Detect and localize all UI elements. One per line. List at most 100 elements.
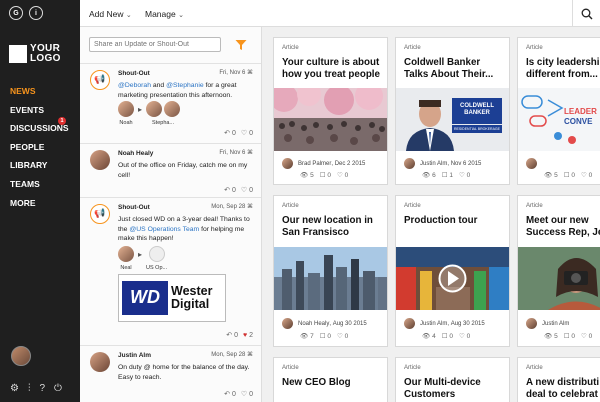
avatar [90,352,110,372]
likes-count[interactable]: ♡ 0 [581,332,592,340]
views-value: 4 [432,333,436,340]
help-icon[interactable]: ? [39,383,45,394]
reply-button[interactable]: ↶ 0 [224,186,236,196]
filter-icon[interactable] [235,39,247,51]
svg-text:CONVE: CONVE [564,117,593,126]
like-button[interactable]: ♡ 0 [241,390,253,400]
author-name: Justin Alm [420,320,448,327]
nav-item-library[interactable]: LIBRARY [10,158,69,177]
article-title: Your culture is about how you treat peopl… [282,57,387,80]
article-title: Our new location in San Fransisco [282,215,387,238]
nav-item-discussions[interactable]: DISCUSSIONS 1 [10,117,69,140]
article-card[interactable]: Article Is city leadership different from… [517,37,600,185]
post-actions: ↶ 0 ♡ 0 [224,186,253,196]
search-button[interactable] [572,0,600,27]
add-new-menu[interactable]: Add New ⌄ [89,9,132,19]
megaphone-icon: 📢 [90,204,110,224]
manage-menu[interactable]: Manage ⌄ [145,9,184,19]
heart-icon: ♥ [242,332,248,339]
close-icon[interactable]: ⌘ [247,150,253,156]
settings-icon[interactable]: ⚙ [10,383,19,394]
nav-item-teams[interactable]: TEAMS [10,177,69,196]
post-date: Mon, Sep 28 ⌘ [211,351,253,361]
comments-count[interactable]: ☐ 0 [320,171,331,179]
author-name: Justin Alm [542,320,570,327]
article-type: Article [282,203,299,209]
article-card[interactable]: Article Our Multi-device Customers [395,357,510,402]
article-card[interactable]: Article Production tour Justin Alm, Aug … [395,195,510,347]
article-title-line: different from... [526,68,598,80]
mention-name: Neal [120,265,132,271]
search-icon [581,8,592,19]
like-button[interactable]: ♥ 2 [243,331,253,341]
article-stats: 👁 7 ☐ 0 ♡ 0 [300,332,348,340]
like-button[interactable]: ♡ 0 [241,186,253,196]
article-card[interactable]: Article A new distributi deal to celebrat [517,357,600,402]
article-card[interactable]: Article Our new location in San Fransisco… [273,195,388,347]
feed-post[interactable]: 📢 Shout-Out Fri, Nov 6 ⌘ @Deborah and @S… [80,63,261,143]
article-card[interactable]: Article Meet our newSuccess Rep, Jen Jus… [517,195,600,347]
article-card[interactable]: Article New CEO Blog [273,357,388,402]
share-input[interactable] [89,37,221,52]
info-icon[interactable]: i [29,6,43,20]
mention-avatar[interactable]: US Op... [146,246,167,274]
comments-count[interactable]: ☐ 0 [564,332,575,340]
article-image [274,88,387,151]
likes-count[interactable]: ♡ 0 [581,171,592,179]
comments-count[interactable]: ☐ 0 [442,332,453,340]
feed-post[interactable]: 📢 Shout-Out Mon, Sep 28 ⌘ Just closed WD… [80,197,261,345]
article-grid: Article Your culture is about how you tre… [262,27,600,402]
article-type: Article [404,203,421,209]
article-title: A new distributi deal to celebrat [526,377,600,400]
close-icon[interactable]: ⌘ [247,70,253,76]
close-icon[interactable]: ⌘ [247,204,253,210]
nav-item-more[interactable]: MORE [10,196,69,215]
views-count: 👁 4 [422,333,436,340]
sliders-icon[interactable]: ⫶ [28,383,31,394]
nav-item-people[interactable]: PEOPLE [10,140,69,159]
like-button[interactable]: ♡ 0 [241,129,253,139]
comments-count[interactable]: ☐ 1 [442,171,453,179]
article-image [274,247,387,310]
close-icon[interactable]: ⌘ [247,352,253,358]
likes-count[interactable]: ♡ 0 [459,171,470,179]
article-title: Production tour [404,215,509,227]
mention-link[interactable]: @US Operations Team [129,226,199,233]
mention-avatar[interactable]: Neal [118,246,134,274]
reply-button[interactable]: ↶ 0 [224,390,236,400]
reply-button[interactable]: ↶ 0 [224,129,236,139]
avatar [164,101,181,117]
likes-value: 0 [344,333,349,340]
like-count: 2 [249,332,253,339]
article-title-line: Meet our new [526,215,589,226]
views-value: 5 [554,333,558,340]
mention-avatar[interactable]: Noah [118,101,134,129]
likes-count[interactable]: ♡ 0 [459,332,470,340]
comments-value: 1 [449,172,453,179]
article-type: Article [526,365,543,371]
power-icon[interactable]: ⏻ [54,383,62,394]
comments-count[interactable]: ☐ 0 [564,171,575,179]
reply-button[interactable]: ↶ 0 [226,331,238,341]
article-card[interactable]: Article Coldwell Banker Talks About Their… [395,37,510,185]
feed-post[interactable]: Justin Alm Mon, Sep 28 ⌘ On duty @ home … [80,345,261,402]
comments-count[interactable]: ☐ 0 [320,332,331,340]
likes-count[interactable]: ♡ 0 [337,332,348,340]
likes-value: 0 [344,172,349,179]
likes-count[interactable]: ♡ 0 [337,171,348,179]
mention-avatar[interactable]: Stepha... [146,101,181,129]
main-nav: NEWS EVENTS DISCUSSIONS 1 PEOPLE LIBRARY … [10,84,69,214]
user-avatar[interactable] [11,346,31,366]
article-type: Article [526,203,543,209]
company-logo[interactable]: YOUR LOGO [9,44,61,64]
nav-item-news[interactable]: NEWS [10,84,69,103]
mention-link[interactable]: @Stephanie [166,82,204,89]
article-image [518,247,600,310]
google-icon[interactable]: G [9,6,23,20]
mention-link[interactable]: @Deborah [118,82,151,89]
video-thumbnail[interactable] [396,247,509,310]
feed-post[interactable]: Noah Healy Fri, Nov 6 ⌘ Out of the offic… [80,143,261,197]
post-image[interactable]: WD Wester Digital [118,274,226,322]
sidebar: G i YOUR LOGO NEWS EVENTS DISCUSSIONS 1 P… [0,0,80,402]
article-card[interactable]: Article Your culture is about how you tre… [273,37,388,185]
